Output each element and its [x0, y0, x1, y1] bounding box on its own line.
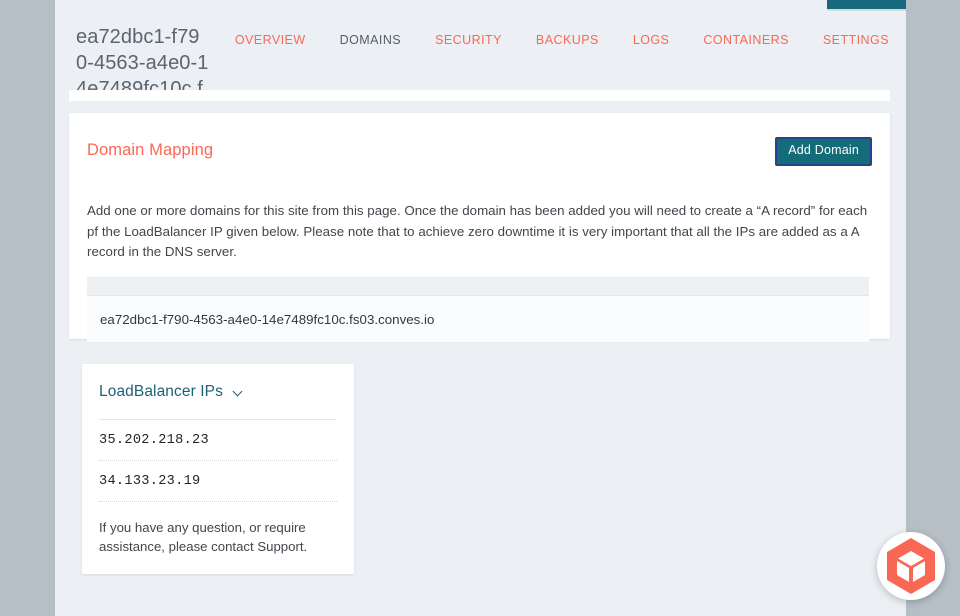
toolbar-strip: [69, 90, 890, 101]
loadbalancer-ips-card: LoadBalancer IPs 35.202.218.23 34.133.23…: [82, 364, 354, 574]
domain-table: ea72dbc1-f790-4563-a4e0-14e7489fc10c.fs0…: [87, 277, 869, 343]
main-content: Domain Mapping Add Domain Add one or mor…: [55, 101, 906, 616]
loadbalancer-ips-header[interactable]: LoadBalancer IPs: [99, 364, 337, 419]
list-item: 34.133.23.19: [99, 461, 337, 502]
tab-containers[interactable]: CONTAINERS: [686, 33, 806, 47]
loadbalancer-ip-value: 35.202.218.23: [99, 433, 209, 448]
tab-backups[interactable]: BACKUPS: [519, 33, 616, 47]
add-domain-button[interactable]: Add Domain: [775, 137, 872, 166]
screen-root: ea72dbc1-f790-4563-a4e0-14e7489fc10c.fs0…: [0, 0, 960, 616]
loadbalancer-ips-title: LoadBalancer IPs: [99, 383, 223, 401]
top-accent-bar: [827, 0, 906, 9]
cube-box-icon: [880, 535, 942, 597]
main-nav: OVERVIEW DOMAINS SECURITY BACKUPS LOGS C…: [218, 33, 906, 47]
loadbalancer-support-note: If you have any question, or require ass…: [99, 518, 337, 556]
domain-name-cell: ea72dbc1-f790-4563-a4e0-14e7489fc10c.fs0…: [100, 312, 434, 327]
chevron-down-icon[interactable]: [233, 387, 244, 398]
tab-logs[interactable]: LOGS: [616, 33, 687, 47]
domain-mapping-description: Add one or more domains for this site fr…: [87, 201, 869, 263]
tab-security[interactable]: SECURITY: [418, 33, 519, 47]
tab-domains[interactable]: DOMAINS: [323, 33, 419, 47]
domain-table-header: [87, 278, 869, 296]
domain-mapping-title: Domain Mapping: [87, 141, 213, 160]
loadbalancer-ip-value: 34.133.23.19: [99, 474, 201, 489]
app-viewport: ea72dbc1-f790-4563-a4e0-14e7489fc10c.fs0…: [55, 0, 906, 616]
table-row[interactable]: ea72dbc1-f790-4563-a4e0-14e7489fc10c.fs0…: [87, 296, 869, 343]
domain-mapping-card-header: Domain Mapping Add Domain: [69, 113, 890, 175]
tab-overview[interactable]: OVERVIEW: [218, 33, 323, 47]
list-item: 35.202.218.23: [99, 420, 337, 461]
domain-mapping-card: Domain Mapping Add Domain Add one or mor…: [69, 113, 890, 339]
top-accent-bar-shadow: [827, 9, 906, 11]
tab-settings[interactable]: SETTINGS: [806, 33, 906, 47]
support-widget-button[interactable]: [877, 532, 945, 600]
app-header: ea72dbc1-f790-4563-a4e0-14e7489fc10c.fs0…: [55, 12, 906, 86]
